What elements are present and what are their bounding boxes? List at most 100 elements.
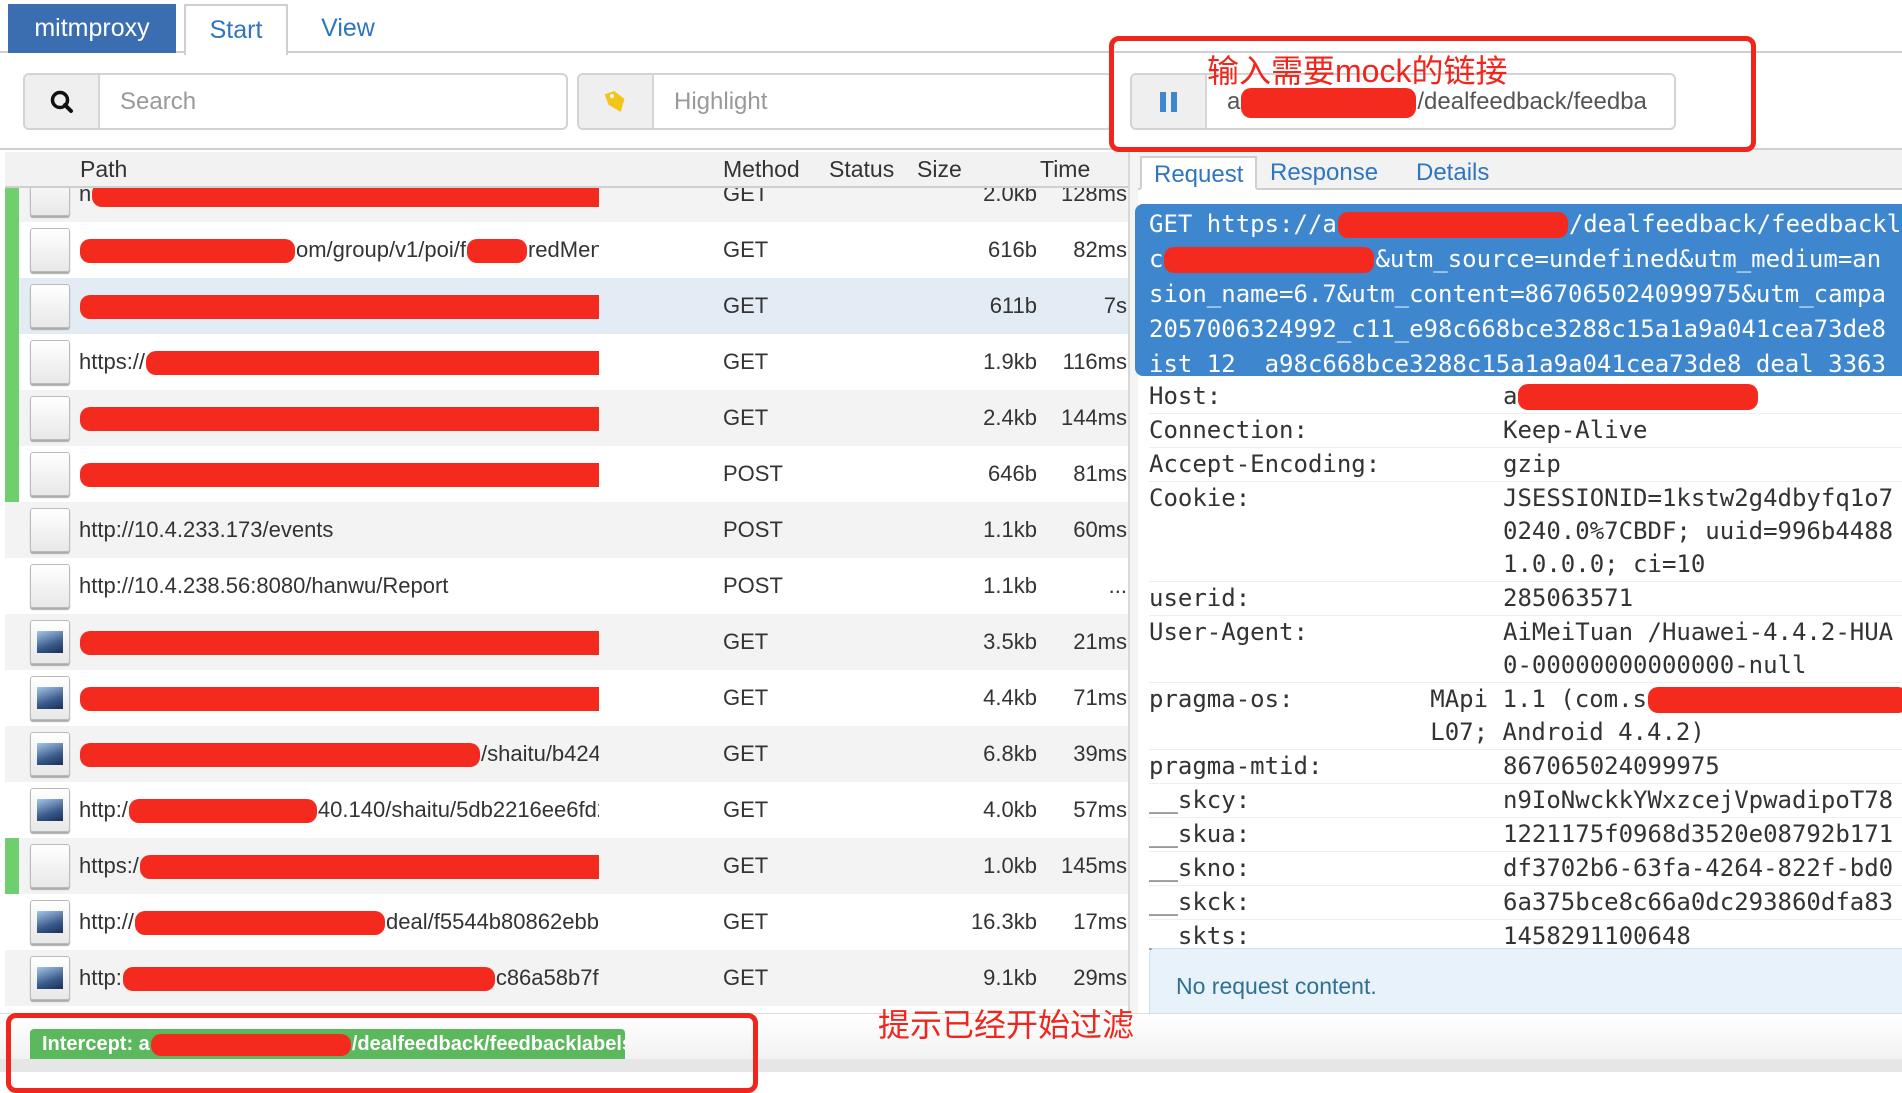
tab-details[interactable]: Details [1404,156,1501,190]
flow-size: 16.3kb [970,909,1037,934]
redaction-mark [1337,212,1568,238]
highlight-input[interactable]: Highlight [654,75,1111,128]
flow-row[interactable]: https:/a... GET 1.0kb 145ms [5,838,1128,894]
header-row: Host: a [1149,380,1902,414]
flow-path: ls/3... [79,278,599,334]
header-value: n9IoNwckkYWxzcejVpwadipoT78 [1503,784,1893,817]
flow-row[interactable]: om/group/v1/poi/f redMenus/40... GET 616b 82… [5,222,1128,278]
flow-path: https:/a... [79,838,599,894]
flow-time: 17ms [1073,909,1127,934]
flow-time: 81ms [1073,461,1127,486]
highlight-field[interactable]: Highlight [577,73,1113,130]
flow-time: 7s [1103,293,1127,318]
flow-method: GET [723,853,769,878]
marked-indicator [5,558,19,614]
text-segment: http:/ [79,797,128,822]
document-icon [30,452,70,496]
text-segment: n9IoNwckkYWxzcejVpwadipoT78 [1503,786,1894,814]
flow-row[interactable]: http://10.4.233.173/events POST 1.1kb 60ms [5,502,1128,558]
flow-row[interactable]: ... POST 646b 81ms [5,446,1128,502]
flow-path: om/group/v1/poi/f redMenus/40... [79,222,599,278]
flow-row[interactable]: /shaitu/b424744315cfd55c... GET 6.8kb 39ms [5,726,1128,782]
column-status[interactable]: Status [829,152,894,186]
column-method[interactable]: Method [723,152,800,186]
search-input[interactable]: Search [100,75,566,128]
tab-response[interactable]: Response [1258,156,1390,190]
detail-tabs: Request Response Details [1138,150,1902,190]
annotation-box-status [6,1013,758,1093]
flow-method: GET [723,909,769,934]
flow-row[interactable]: e96df9625dda2d4.. GET 4.4kb 71ms [5,670,1128,726]
image-file-icon [30,788,70,832]
flow-size: 1.9kb [983,349,1037,374]
header-value-line: a [1503,380,1759,413]
text-segment: sion_name=6.7&utm_content=86706502409997… [1149,280,1886,308]
header-value-line: AiMeiTuan /Huawei-4.4.2-HUA [1503,616,1893,649]
flow-row[interactable]: http://10.4.238.56:8080/hanwu/Report POST… [5,558,1128,614]
flow-time: 144ms [1060,405,1127,430]
flow-method: GET [723,237,769,262]
header-value-line: JSESSIONID=1kstw2g4dbyfq1o7 [1503,482,1893,515]
flow-row[interactable]: http:// deal/f5544b80862ebb1081a... GET 16.… [5,894,1128,950]
flow-size: 2.4kb [983,405,1037,430]
header-value-line: gzip [1503,448,1561,481]
header-value-line: 1221175f0968d3520e08792b171 [1503,818,1893,851]
flow-row[interactable]: cb4b40.. GET 3.5kb 21ms [5,614,1128,670]
flow-row[interactable]: ls/3... GET 611b 7s [5,278,1128,334]
flow-size: 616b [988,237,1037,262]
annotation-intercept-hint: 输入需要mock的链接 [1207,53,1508,89]
header-name: User-Agent: [1149,618,1308,646]
text-segment: &utm_source=undefined&utm_medium=an [1375,245,1882,273]
flow-row[interactable]: ?... GET 2.4kb 144ms [5,390,1128,446]
header-value-line: Keep-Alive [1503,414,1648,447]
header-value: df3702b6-63fa-4264-822f-bd0 [1503,852,1893,885]
tab-view[interactable]: View [300,4,396,53]
flow-row[interactable]: http:/ 40.140/shaitu/5db2216ee6fd22cd.. GE… [5,782,1128,838]
header-value: Keep-Alive [1503,414,1648,447]
search-field[interactable]: Search [23,73,568,130]
brand-tab[interactable]: mitmproxy [8,4,176,53]
text-segment: 0-00000000000000-null [1503,651,1807,679]
header-value-line: L07; Android 4.4.2) [1430,716,1902,749]
redaction-mark [1518,384,1759,410]
tab-start[interactable]: Start [184,4,288,55]
header-name: __skno: [1149,854,1251,882]
header-value-line: n9IoNwckkYWxzcejVpwadipoT78 [1503,784,1893,817]
tab-request[interactable]: Request [1140,156,1258,190]
redaction-mark [80,687,599,712]
flow-path: http:/ 40.140/shaitu/5db2216ee6fd22cd.. [79,782,599,838]
column-path[interactable]: Path [80,152,127,186]
flow-row[interactable]: https://... GET 1.9kb 116ms [5,334,1128,390]
text-segment: c86a58b7faeb8f6... [495,965,599,990]
text-segment: deal/f5544b80862ebb1081a... [386,909,599,934]
marked-indicator [5,278,19,334]
header-name: Host: [1149,382,1222,410]
text-segment: df3702b6-63fa-4264-822f-bd0 [1503,854,1894,882]
flow-time: ... [1108,573,1127,598]
header-row: User-Agent: AiMeiTuan /Huawei-4.4.2-HUA 0-… [1149,616,1902,683]
text-segment: a [1503,382,1518,410]
redaction-mark [80,631,599,656]
column-size[interactable]: Size [917,152,962,186]
header-row: Connection: Keep-Alive [1149,414,1902,448]
text-segment: 1458291100648 [1503,922,1691,950]
header-row: pragma-mtid: 867065024099975 [1149,750,1902,784]
text-segment: 40.140/shaitu/5db2216ee6fd22cd.. [317,797,599,822]
header-name: __skck: [1149,888,1251,916]
marked-indicator [5,502,19,558]
redaction-mark [80,295,599,320]
request-line-text: c &utm_source=undefined&utm_medium=an [1149,242,1901,277]
flow-path: cb4b40.. [79,614,599,670]
text-segment: c [1149,245,1164,273]
marked-indicator [5,614,19,670]
header-value-line: MApi 1.1 (com.s [1430,683,1902,716]
text-segment: http:// [79,909,135,934]
image-file-icon [30,732,70,776]
header-value: 285063571 [1503,582,1633,615]
text-segment: /shaitu/b424744315cfd55c... [481,741,599,766]
redaction-mark [1164,247,1375,273]
header-row: __skcy: n9IoNwckkYWxzcejVpwadipoT78 [1149,784,1902,818]
column-time[interactable]: Time [1040,152,1090,186]
flow-method: POST [723,517,783,542]
flow-row[interactable]: http: c86a58b7faeb8f6... GET 9.1kb 29ms [5,950,1128,1006]
